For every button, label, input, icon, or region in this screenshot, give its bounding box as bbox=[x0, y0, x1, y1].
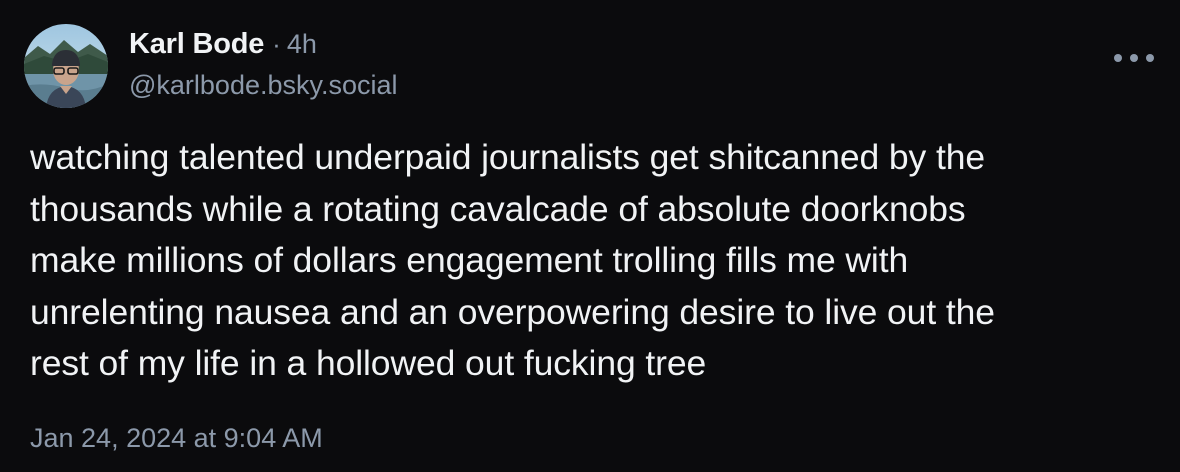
more-horizontal-icon-dot bbox=[1130, 54, 1138, 62]
post-header: Karl Bode · 4h @karlbode.bsky.social bbox=[129, 28, 398, 101]
post-timestamp: Jan 24, 2024 at 9:04 AM bbox=[30, 423, 323, 453]
post-body-text: watching talented underpaid journalists … bbox=[30, 137, 995, 383]
post-time-ago[interactable]: 4h bbox=[287, 29, 317, 60]
author-handle[interactable]: @karlbode.bsky.social bbox=[129, 70, 398, 101]
avatar-photo-icon bbox=[24, 24, 108, 108]
author-avatar[interactable] bbox=[24, 24, 108, 108]
more-horizontal-icon bbox=[1114, 54, 1122, 62]
separator-dot: · bbox=[272, 29, 281, 59]
post-card: Karl Bode · 4h @karlbode.bsky.social wat… bbox=[0, 0, 1180, 472]
name-row: Karl Bode · 4h bbox=[129, 28, 398, 61]
more-horizontal-icon-dot bbox=[1146, 54, 1154, 62]
more-options-button[interactable] bbox=[1114, 44, 1154, 72]
author-display-name[interactable]: Karl Bode bbox=[129, 28, 264, 61]
